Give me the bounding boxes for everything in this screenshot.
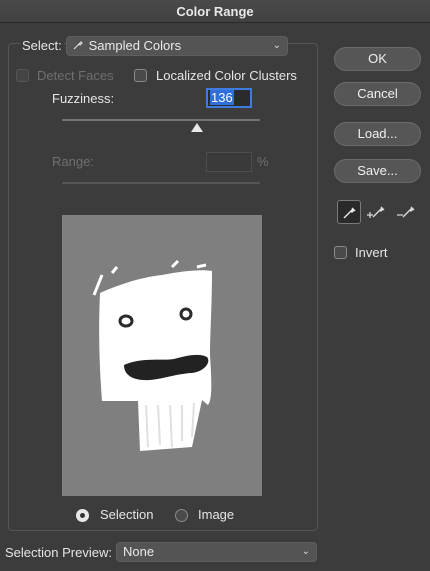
eyedropper-tool[interactable]: [337, 200, 361, 224]
chevron-down-icon: ⌄: [301, 546, 310, 557]
eyedropper-plus-icon: [367, 206, 385, 218]
invert-checkbox[interactable]: [334, 246, 347, 259]
dialog-title: Color Range: [0, 0, 430, 23]
ok-button[interactable]: OK: [334, 47, 421, 71]
selection-preview-image: [62, 215, 262, 496]
chevron-down-icon: ⌄: [272, 40, 281, 51]
invert-label: Invert: [355, 245, 388, 260]
eyedropper-icon: [343, 207, 356, 219]
eyedropper-add-tool[interactable]: [367, 200, 391, 224]
range-label: Range:: [52, 154, 94, 169]
select-label: Select:: [20, 38, 64, 53]
cancel-button[interactable]: Cancel: [334, 82, 421, 106]
eyedropper-subtract-tool[interactable]: [397, 200, 421, 224]
selection-radio[interactable]: [76, 509, 89, 522]
localized-clusters-checkbox[interactable]: [134, 69, 147, 82]
image-radio[interactable]: [175, 509, 188, 522]
fuzziness-label: Fuzziness:: [52, 91, 115, 106]
load-button[interactable]: Load...: [334, 122, 421, 146]
range-unit: %: [257, 154, 269, 169]
detect-faces-checkbox[interactable]: [16, 69, 29, 82]
range-input[interactable]: [206, 152, 252, 172]
select-value: Sampled Colors: [88, 38, 182, 53]
selection-preview-value: None: [123, 544, 155, 559]
fuzziness-input[interactable]: 136: [206, 88, 252, 108]
selection-preview-dropdown[interactable]: None ⌄: [116, 542, 317, 562]
mask-drawing: [92, 259, 212, 451]
image-radio-label: Image: [198, 507, 235, 522]
selection-radio-label: Selection: [100, 507, 154, 522]
select-dropdown[interactable]: Sampled Colors ⌄: [66, 36, 288, 56]
save-button[interactable]: Save...: [334, 159, 421, 183]
eyedropper-minus-icon: [397, 206, 415, 218]
fuzziness-slider-thumb[interactable]: [191, 123, 203, 132]
detect-faces-label: Detect Faces: [37, 68, 114, 83]
fuzziness-slider-track[interactable]: [62, 119, 260, 121]
eyedropper-icon: [73, 37, 85, 55]
range-slider-track[interactable]: [62, 182, 260, 184]
localized-clusters-label: Localized Color Clusters: [156, 68, 297, 83]
fuzziness-value: 136: [210, 90, 234, 105]
selection-preview-label: Selection Preview:: [5, 545, 112, 560]
